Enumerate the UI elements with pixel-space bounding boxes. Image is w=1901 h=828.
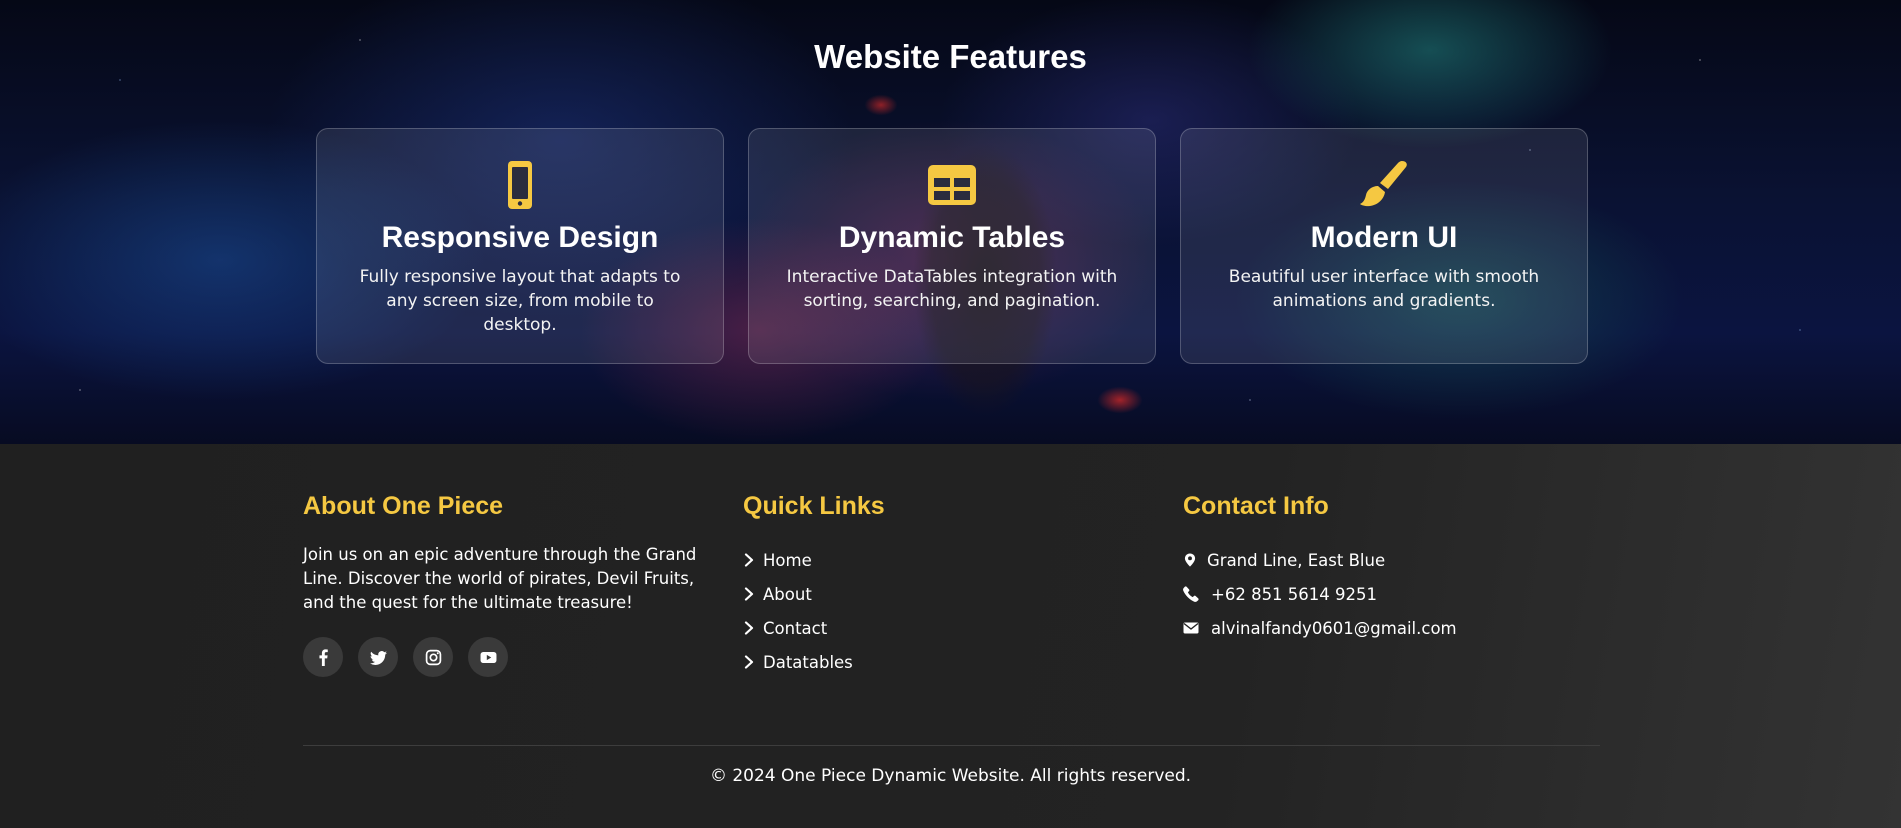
envelope-icon (1183, 622, 1199, 634)
background-character-hat (856, 90, 906, 120)
quick-link-label: Home (763, 550, 812, 570)
quick-link-contact[interactable]: Contact (743, 611, 1183, 645)
features-title: Website Features (814, 38, 1087, 75)
table-icon (928, 165, 976, 205)
feature-card-title: Modern UI (1310, 221, 1458, 254)
footer-links-heading: Quick Links (743, 492, 885, 520)
contact-email: alvinalfandy0601@gmail.com (1183, 611, 1623, 645)
features-section: Website Features Responsive Design Fully… (0, 0, 1901, 444)
twitter-icon (369, 650, 387, 665)
quick-link-label: About (763, 584, 812, 604)
footer-columns: About One Piece Join us on an epic adven… (303, 492, 1623, 679)
contact-phone-text: +62 851 5614 9251 (1211, 584, 1378, 604)
feature-card-modern-ui: Modern UI Beautiful user interface with … (1180, 128, 1588, 364)
footer-about-column: About One Piece Join us on an epic adven… (303, 492, 743, 679)
mobile-phone-icon (508, 161, 532, 209)
footer-about-text: Join us on an epic adventure through the… (303, 545, 697, 612)
instagram-link[interactable] (413, 637, 453, 677)
contact-phone: +62 851 5614 9251 (1183, 577, 1623, 611)
background-character-hand (1090, 380, 1150, 420)
facebook-icon (318, 648, 328, 666)
instagram-icon (425, 649, 441, 665)
chevron-right-icon (744, 587, 754, 601)
footer-contact-column: Contact Info Grand Line, East Blue +62 8… (1183, 492, 1623, 679)
footer-divider (303, 745, 1600, 746)
footer-links-column: Quick Links Home About Contact Datatable… (743, 492, 1183, 679)
twitter-link[interactable] (358, 637, 398, 677)
footer-about-heading: About One Piece (303, 492, 504, 520)
quick-links-list: Home About Contact Datatables (743, 543, 1183, 679)
contact-email-text: alvinalfandy0601@gmail.com (1211, 618, 1457, 638)
youtube-icon (480, 651, 496, 663)
paint-brush-icon (1360, 161, 1407, 207)
contact-address: Grand Line, East Blue (1183, 543, 1623, 577)
feature-card-description: Interactive DataTables integration with … (786, 267, 1118, 311)
quick-link-about[interactable]: About (743, 577, 1183, 611)
footer-contact-heading: Contact Info (1183, 492, 1329, 520)
contact-address-text: Grand Line, East Blue (1207, 550, 1386, 570)
features-cards: Responsive Design Fully responsive layou… (316, 128, 1588, 364)
youtube-link[interactable] (468, 637, 508, 677)
feature-card-description: Fully responsive layout that adapts to a… (359, 267, 681, 335)
feature-card-description: Beautiful user interface with smooth ani… (1228, 267, 1540, 311)
chevron-right-icon (744, 655, 754, 669)
feature-card-title: Responsive Design (381, 221, 659, 254)
facebook-link[interactable] (303, 637, 343, 677)
chevron-right-icon (744, 621, 754, 635)
phone-icon (1183, 586, 1199, 602)
feature-card-title: Dynamic Tables (838, 221, 1066, 254)
feature-card-tables: Dynamic Tables Interactive DataTables in… (748, 128, 1156, 364)
quick-link-label: Contact (763, 618, 828, 638)
quick-link-label: Datatables (763, 652, 853, 672)
feature-card-responsive: Responsive Design Fully responsive layou… (316, 128, 724, 364)
quick-link-datatables[interactable]: Datatables (743, 645, 1183, 679)
quick-link-home[interactable]: Home (743, 543, 1183, 577)
contact-info-list: Grand Line, East Blue +62 851 5614 9251 … (1183, 543, 1623, 645)
copyright-text: © 2024 One Piece Dynamic Website. All ri… (709, 766, 1192, 786)
site-footer: About One Piece Join us on an epic adven… (0, 444, 1901, 828)
map-marker-icon (1184, 553, 1196, 567)
chevron-right-icon (744, 553, 754, 567)
social-links (303, 637, 743, 677)
